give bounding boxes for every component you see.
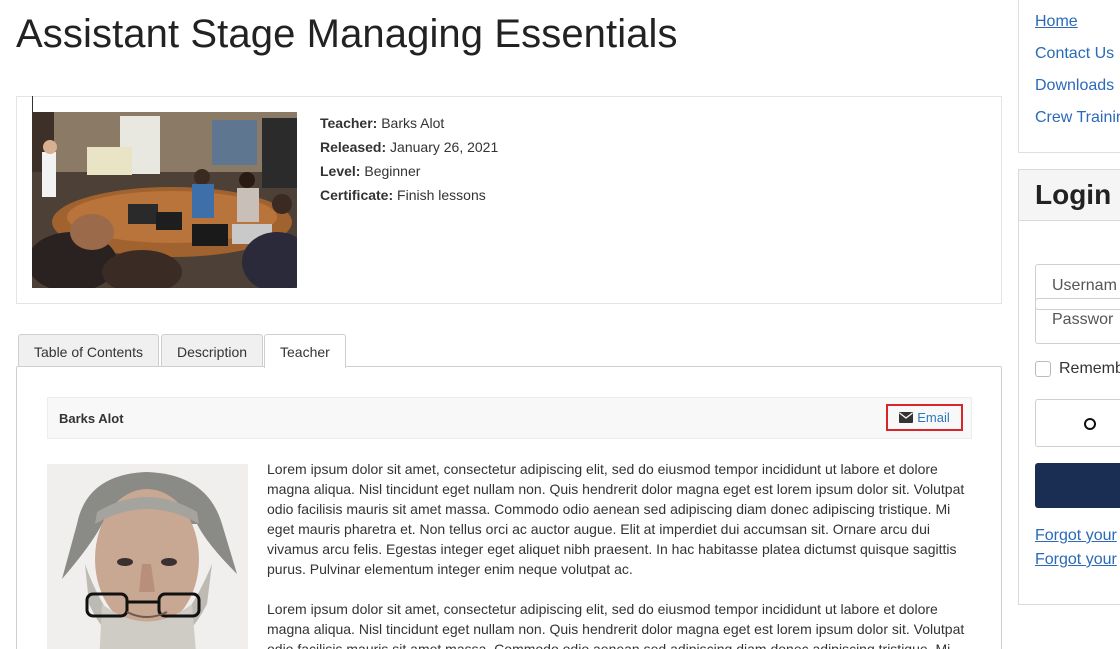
nav-link-home[interactable]: Home xyxy=(1035,13,1078,31)
nav-link-crew-training[interactable]: Crew Trainin xyxy=(1035,109,1120,127)
login-panel: Login Usernam Passwor Rememb Forgot your… xyxy=(1018,169,1120,605)
password-field[interactable]: Passwor xyxy=(1035,298,1120,344)
bio-paragraph: Lorem ipsum dolor sit amet, consectetur … xyxy=(267,601,965,649)
teacher-name: Barks Alot xyxy=(59,411,124,426)
page-title: Assistant Stage Managing Essentials xyxy=(16,12,678,56)
passkey-button[interactable] xyxy=(1035,399,1120,447)
passkey-icon xyxy=(1084,411,1120,437)
meta-teacher: Teacher: Barks Alot xyxy=(320,115,445,131)
login-title: Login xyxy=(1019,170,1120,221)
remember-me[interactable]: Rememb xyxy=(1035,360,1120,378)
tab-teacher[interactable]: Teacher xyxy=(264,334,346,368)
course-meta: Teacher: Barks Alot Released: January 26… xyxy=(320,111,498,207)
tab-table-of-contents[interactable]: Table of Contents xyxy=(18,334,159,367)
email-button[interactable]: Email xyxy=(886,404,963,431)
remember-label: Rememb xyxy=(1059,360,1120,377)
meta-level: Level: Beginner xyxy=(320,163,421,179)
remember-checkbox[interactable] xyxy=(1035,361,1051,377)
teacher-tab-panel: Barks Alot Email Lorem ipsum dolor sit a… xyxy=(16,366,1002,649)
teacher-bio: Lorem ipsum dolor sit amet, consectetur … xyxy=(267,459,977,649)
envelope-icon xyxy=(899,412,914,423)
forgot-password-link[interactable]: Forgot your xyxy=(1035,527,1117,545)
login-submit-button[interactable] xyxy=(1035,463,1120,508)
sidebar-nav: Home Contact Us Downloads Crew Trainin xyxy=(1018,0,1120,153)
forgot-username-link[interactable]: Forgot your xyxy=(1035,551,1117,569)
course-info-panel: Teacher: Barks Alot Released: January 26… xyxy=(16,96,1002,304)
meta-released: Released: January 26, 2021 xyxy=(320,139,499,155)
teacher-header-bar: Barks Alot Email xyxy=(47,397,972,439)
nav-link-contact[interactable]: Contact Us xyxy=(1035,45,1114,63)
teacher-portrait xyxy=(47,464,248,649)
bio-paragraph: Lorem ipsum dolor sit amet, consectetur … xyxy=(267,461,965,577)
tab-description[interactable]: Description xyxy=(161,334,264,367)
meta-certificate: Certificate: Finish lessons xyxy=(320,187,486,203)
email-button-label: Email xyxy=(917,410,950,425)
course-image xyxy=(32,112,297,288)
panel-edge-mark xyxy=(32,96,33,112)
nav-link-downloads[interactable]: Downloads xyxy=(1035,77,1114,95)
